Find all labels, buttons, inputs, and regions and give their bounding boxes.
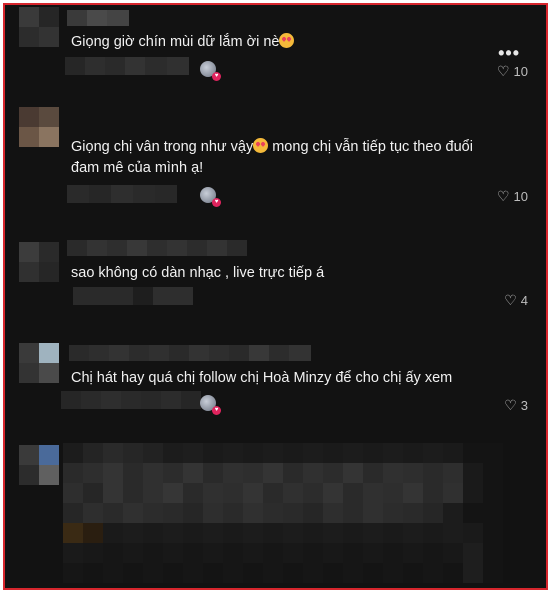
heart-outline-icon: ♡ — [504, 397, 517, 413]
username-blurred[interactable] — [67, 10, 129, 26]
heart-outline-icon: ♡ — [504, 292, 517, 308]
like-button[interactable]: ♡ 4 — [504, 292, 528, 309]
heart-eyes-emoji-icon — [279, 33, 295, 48]
more-options-icon[interactable]: ••• — [498, 43, 520, 64]
blurred-comment-content — [63, 443, 503, 588]
comment-meta-blurred — [73, 287, 193, 305]
heart-eyes-emoji-icon — [253, 138, 269, 153]
comment-meta-blurred — [67, 185, 177, 203]
avatar[interactable] — [19, 107, 59, 147]
comment-text: sao không có dàn nhạc , live trực tiếp á — [71, 265, 325, 281]
avatar[interactable] — [19, 7, 59, 47]
creator-liked-badge-icon: ♥ — [212, 406, 221, 415]
like-button[interactable]: ♡ 10 — [497, 188, 528, 205]
comment-meta-blurred — [65, 57, 189, 75]
creator-avatar: ♥ — [200, 61, 221, 81]
username-blurred[interactable] — [69, 345, 311, 361]
avatar[interactable] — [19, 445, 59, 485]
creator-liked-badge-icon: ♥ — [212, 198, 221, 207]
comment-meta-blurred — [61, 391, 201, 409]
username-blurred[interactable] — [67, 240, 247, 256]
like-button[interactable]: ♡ 3 — [504, 397, 528, 414]
creator-avatar: ♥ — [200, 395, 221, 415]
like-button[interactable]: ♡ 10 — [497, 63, 528, 80]
creator-avatar: ♥ — [200, 187, 221, 207]
comments-panel: ••• Giọng giờ chín mùi dữ lắm ời nè ♥ ♡ … — [3, 3, 548, 590]
comment-text: Giọng giờ chín mùi dữ lắm ời nè — [71, 32, 476, 53]
like-count: 3 — [520, 398, 528, 413]
creator-liked-badge-icon: ♥ — [212, 72, 221, 81]
heart-outline-icon: ♡ — [496, 188, 510, 204]
like-count: 10 — [513, 189, 528, 204]
like-count: 4 — [520, 293, 528, 308]
heart-outline-icon: ♡ — [496, 63, 510, 79]
comment-text: Giọng chị vân trong như vậy mong chị vẫn… — [71, 138, 473, 176]
avatar[interactable] — [19, 343, 59, 383]
comment-text: Chị hát hay quá chị follow chị Hoà Minzy… — [71, 370, 453, 386]
avatar[interactable] — [19, 242, 59, 282]
like-count: 10 — [513, 64, 528, 79]
